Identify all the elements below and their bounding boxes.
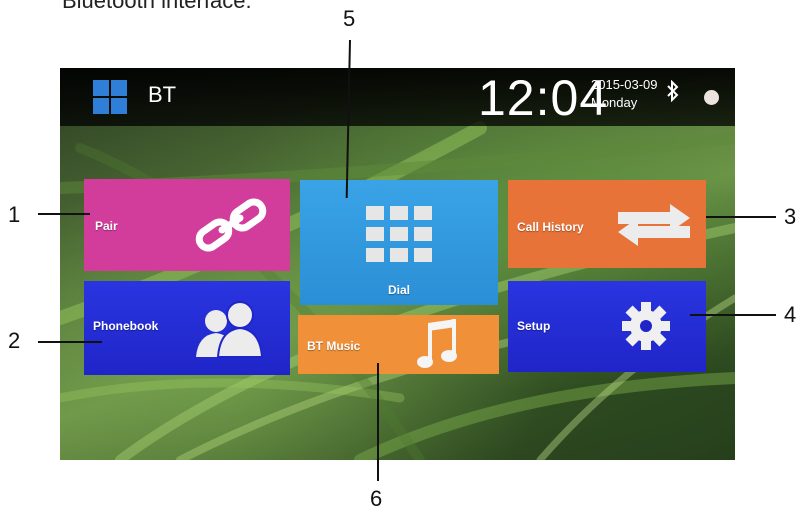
pair-label: Pair [95, 219, 118, 233]
pair-tile[interactable]: Pair [84, 179, 290, 271]
call-history-label: Call History [517, 220, 584, 234]
status-bar: BT 12:04 2015-03-09 Monday [60, 68, 735, 126]
setup-label: Setup [517, 319, 551, 333]
clock-weekday: Monday [591, 95, 638, 110]
leader-line-1 [38, 213, 90, 215]
callout-3: 3 [784, 204, 797, 229]
callout-2: 2 [8, 328, 21, 353]
screen-title: BT [148, 82, 177, 107]
status-dot [704, 90, 719, 105]
bt-music-tile[interactable]: BT Music [298, 315, 499, 374]
bluetooth-icon [667, 80, 679, 102]
dial-tile[interactable]: Dial [300, 180, 498, 305]
leader-line-6 [377, 363, 379, 481]
callout-1: 1 [8, 202, 21, 227]
windows-grid-icon[interactable] [93, 80, 127, 114]
link-icon [195, 198, 267, 252]
gear-icon [622, 302, 670, 350]
phonebook-label: Phonebook [93, 319, 159, 333]
clock-time: 12:04 [478, 70, 609, 126]
swap-arrows-icon [618, 204, 690, 246]
figure-caption: Bluetooth interface: [62, 0, 252, 13]
keypad-icon [366, 206, 432, 262]
leader-line-2 [38, 341, 102, 343]
callout-5: 5 [343, 6, 356, 31]
call-history-tile[interactable]: Call History [508, 180, 706, 268]
bt-music-label: BT Music [307, 339, 361, 353]
leader-line-3 [706, 216, 776, 218]
callout-4: 4 [784, 302, 797, 327]
contacts-icon [196, 301, 264, 358]
callout-6: 6 [370, 486, 383, 511]
head-unit-screen: BT 12:04 2015-03-09 Monday Pair Dial Cal… [60, 68, 735, 460]
leader-line-4 [690, 314, 776, 316]
phonebook-tile[interactable]: Phonebook [84, 281, 290, 375]
dial-label: Dial [388, 283, 411, 297]
music-note-icon [417, 319, 457, 368]
clock-date: 2015-03-09 [591, 77, 658, 92]
setup-tile[interactable]: Setup [508, 281, 706, 372]
